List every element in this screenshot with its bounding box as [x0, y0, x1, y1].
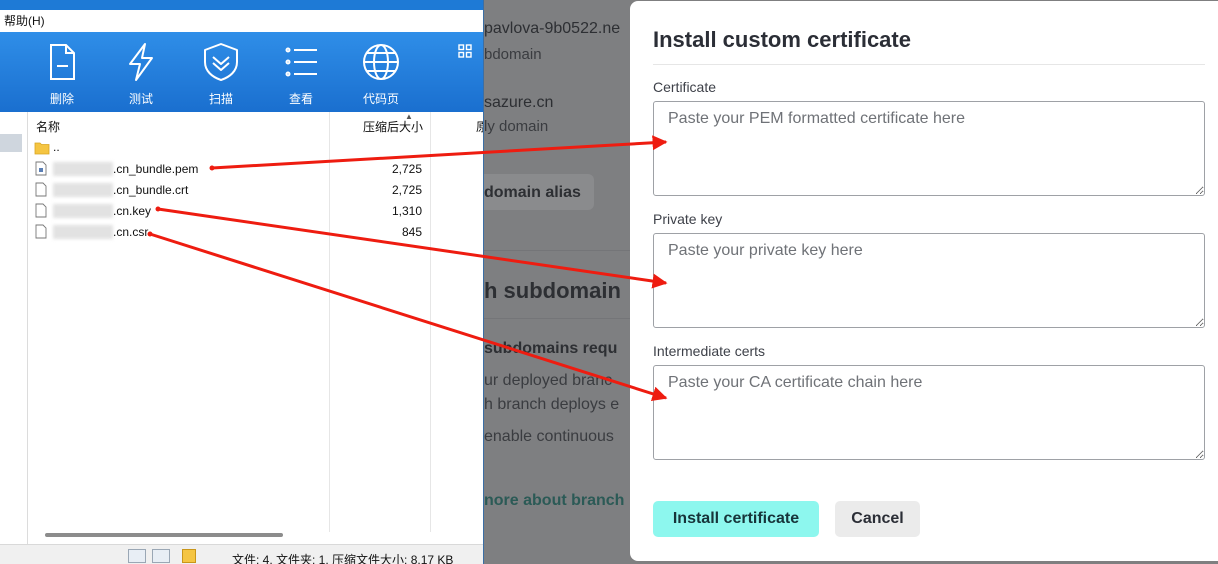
intermediate-certs-label: Intermediate certs: [653, 343, 766, 359]
lightning-icon: [129, 43, 153, 81]
delete-button[interactable]: 删除: [32, 42, 92, 108]
bg-body-line: ur deployed branc: [484, 372, 613, 389]
table-row[interactable]: .cn.csr 845: [29, 221, 483, 242]
install-certificate-button[interactable]: Install certificate: [653, 501, 819, 537]
archive-icon: [182, 549, 196, 563]
status-text: 文件: 4, 文件夹: 1, 压缩文件大小: 8.17 KB: [232, 553, 454, 564]
title-divider: [653, 64, 1205, 65]
bg-primary-domain-note: ly domain: [484, 118, 549, 135]
dialog-title: Install custom certificate: [653, 27, 911, 52]
redacted-filename: [53, 183, 113, 197]
parent-dir-label: ..: [53, 140, 60, 154]
column-name[interactable]: 名称: [36, 118, 60, 135]
globe-icon: [363, 44, 399, 80]
list-view-icon: [285, 47, 317, 77]
bg-subheading: subdomains requ: [484, 340, 618, 357]
toolbar-label: 测试: [128, 92, 153, 106]
toolbar: 删除 测试 扫描 查看 代码页: [0, 32, 483, 112]
toolbar-label: 查看: [288, 92, 313, 106]
test-button[interactable]: 测试: [111, 42, 171, 108]
bg-section-heading: h subdomain: [484, 278, 621, 303]
status-bar: 文件: 4, 文件夹: 1, 压缩文件大小: 8.17 KB: [0, 544, 483, 564]
view-button[interactable]: 查看: [271, 42, 331, 108]
file-icon: [35, 182, 47, 197]
file-name: .cn.key: [113, 204, 152, 218]
private-key-label: Private key: [653, 211, 723, 227]
install-certificate-dialog: Install custom certificate Certificate P…: [630, 1, 1218, 561]
file-name: .cn.csr: [113, 225, 149, 239]
bg-domain: sazure.cn: [484, 94, 554, 111]
toolbar-label: 代码页: [362, 92, 399, 106]
certificate-file-icon: [35, 161, 47, 176]
redacted-filename: [53, 204, 113, 218]
horizontal-scrollbar[interactable]: [45, 533, 283, 537]
file-icon: [35, 203, 47, 218]
bg-site-name: pavlova-9b0522.ne: [484, 20, 621, 37]
selected-folder[interactable]: [0, 134, 22, 152]
delete-file-icon: [50, 44, 75, 80]
file-size: 845: [401, 225, 422, 239]
table-row[interactable]: .cn.key 1,310: [29, 200, 483, 221]
toolbar-label: 删除: [49, 92, 74, 106]
codepage-button[interactable]: 代码页: [351, 42, 411, 108]
bg-divider: [484, 318, 630, 319]
redacted-filename: [53, 225, 113, 239]
file-name: .cn_bundle.crt: [113, 183, 189, 197]
certificate-label: Certificate: [653, 79, 717, 95]
redacted-filename: [53, 162, 113, 176]
file-icon: [35, 224, 47, 239]
bg-body-line: enable continuous: [484, 428, 614, 445]
list-item-parent-folder[interactable]: ..: [29, 137, 483, 158]
private-key-field[interactable]: [653, 233, 1205, 328]
thumbnail-view-icon[interactable]: [152, 549, 170, 563]
file-list-header: 名称 ▲ 压缩后大小 原: [29, 112, 483, 136]
file-size: 1,310: [391, 204, 422, 218]
column-original[interactable]: 原: [476, 118, 483, 135]
details-view-icon[interactable]: [128, 549, 146, 563]
title-bar: [0, 0, 483, 10]
shield-scan-icon: [204, 43, 238, 81]
bg-body-line: h branch deploys e: [484, 396, 620, 413]
file-manager-window: 帮助(H) 删除 测试 扫描 查看 代码页 名称 ▲ 压缩后大小 .. .cn_…: [0, 0, 484, 564]
bg-learn-more-link: nore about branch: [484, 492, 625, 509]
toolbar-label: 扫描: [208, 92, 233, 106]
folder-icon: [34, 142, 50, 155]
intermediate-certs-field[interactable]: [653, 365, 1205, 460]
certificate-field[interactable]: [653, 101, 1205, 196]
scan-button[interactable]: 扫描: [191, 42, 251, 108]
file-size: 2,725: [391, 183, 422, 197]
menu-help[interactable]: 帮助(H): [4, 14, 45, 28]
bg-divider: [484, 250, 630, 251]
bg-subdomain-note: bdomain: [484, 46, 542, 63]
bg-domain-alias-label: domain alias: [484, 184, 581, 201]
background-page: pavlova-9b0522.ne bdomain sazure.cn ly d…: [484, 0, 630, 564]
folder-tree-pane[interactable]: [0, 112, 28, 544]
file-size: 2,725: [391, 162, 422, 176]
menu-bar: 帮助(H): [0, 10, 483, 32]
file-name: .cn_bundle.pem: [113, 162, 199, 176]
cancel-button[interactable]: Cancel: [835, 501, 920, 537]
table-row[interactable]: .cn_bundle.pem 2,725: [29, 158, 483, 179]
table-row[interactable]: .cn_bundle.crt 2,725: [29, 179, 483, 200]
grid-layout-icon[interactable]: [458, 44, 472, 58]
column-compressed-size[interactable]: 压缩后大小: [363, 118, 423, 135]
